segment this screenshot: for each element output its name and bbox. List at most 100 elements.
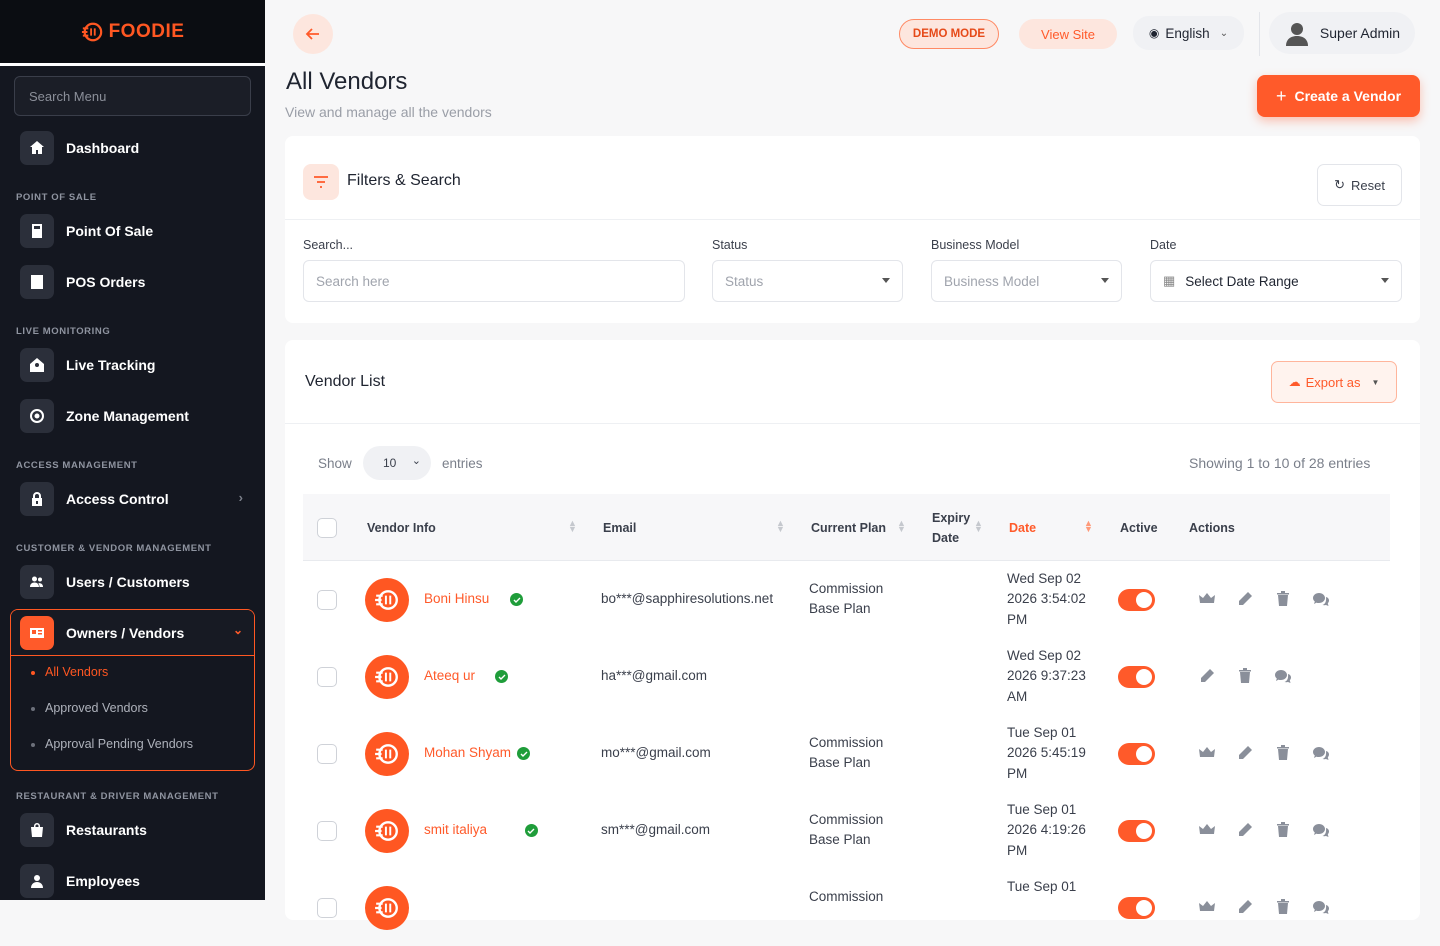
business-model-select[interactable]: Business Model [931,260,1122,302]
column-vendor-info[interactable]: Vendor Info [367,521,436,535]
user-icon [20,864,54,898]
delete-icon[interactable] [1275,822,1291,838]
chevron-down-icon: ⌄ [411,455,421,467]
show-label: Show [318,456,352,471]
sidebar-item-owners-vendors[interactable]: Owners / Vendors ⌄ [10,609,255,657]
table-header: Vendor Info ▲ ▼ Email ▲ ▼ Current Plan ▲ ▼ … [303,494,1390,561]
sidebar-item-dashboard[interactable]: Dashboard [10,124,255,172]
calculator-icon [20,214,54,248]
cloud-upload-icon: ☁ [1288,375,1301,389]
language-label: English [1165,25,1210,41]
reset-label: Reset [1350,177,1385,193]
calendar-icon: ▦ [1163,273,1176,288]
column-date[interactable]: Date [1009,521,1036,535]
sidebar-item-employees[interactable]: Employees [10,857,255,900]
column-email[interactable]: Email [603,521,636,535]
vendor-email: mo***@gmail.com [601,745,711,760]
search-input[interactable]: Search here [303,260,685,302]
search-menu-input[interactable]: Search Menu [14,76,251,116]
row-checkbox[interactable] [317,898,337,918]
delete-icon[interactable] [1275,899,1291,915]
status-select[interactable]: Status [712,260,903,302]
status-placeholder: Status [725,273,764,289]
edit-icon[interactable] [1237,591,1253,607]
delete-icon[interactable] [1275,591,1291,607]
sidebar-item-users-customers[interactable]: Users / Customers [10,558,255,606]
chat-icon[interactable] [1313,899,1329,915]
date-line3: PM [1007,843,1028,858]
sidebar-item-restaurants[interactable]: Restaurants [10,806,255,854]
sidebar-item-zone-management[interactable]: Zone Management [10,392,255,440]
column-expiry-date-line2: Date [932,531,960,545]
sidebar-subitem-approved-vendors[interactable]: Approved Vendors [45,701,148,715]
foodie-logo-icon [81,22,102,41]
column-expiry-date[interactable]: Expiry [932,511,970,525]
column-current-plan[interactable]: Current Plan [811,521,886,535]
view-site-button[interactable]: View Site [1019,19,1117,49]
sidebar: FOODIE Search Menu Dashboard POINT OF SA… [0,0,265,900]
plan-crown-icon[interactable] [1199,591,1215,607]
vendor-name-link[interactable]: Mohan Shyam [424,743,511,763]
sidebar-item-live-tracking[interactable]: Live Tracking [10,341,255,389]
date-range-picker[interactable]: ▦ Select Date Range [1150,260,1402,302]
chevron-down-icon: ⌄ [1219,27,1229,39]
caret-down-icon [882,278,890,283]
user-menu[interactable]: Super Admin [1269,12,1415,54]
vendor-list-title: Vendor List [305,373,386,390]
entries-select[interactable]: 10 ⌄ [363,446,431,480]
edit-icon[interactable] [1237,822,1253,838]
divider [285,423,1420,424]
sidebar-subitem-all-vendors[interactable]: All Vendors [45,665,108,679]
sidebar-item-label: Point Of Sale [66,223,154,239]
plan-crown-icon[interactable] [1199,822,1215,838]
back-button[interactable] [293,14,333,54]
sidebar-item-label: Live Tracking [66,357,156,373]
row-checkbox[interactable] [317,590,337,610]
filter-icon [303,164,339,200]
chat-icon[interactable] [1313,745,1329,761]
sidebar-item-label: Dashboard [66,140,140,156]
active-toggle[interactable] [1118,820,1155,842]
sidebar-item-pos-orders[interactable]: POS Orders [10,258,255,306]
row-checkbox[interactable] [317,667,337,687]
sort-icon: ▲ ▼ [1084,518,1093,534]
plan-line2: Base Plan [809,601,871,616]
active-toggle[interactable] [1118,897,1155,919]
plan-line2: Base Plan [809,755,871,770]
chat-icon[interactable] [1313,591,1329,607]
vendor-name-link[interactable]: Boni Hinsu [424,589,489,609]
sidebar-item-label: Owners / Vendors [66,625,185,641]
avatar [1285,23,1308,46]
divider [285,219,1420,220]
delete-icon[interactable] [1275,745,1291,761]
create-vendor-button[interactable]: + Create a Vendor [1257,75,1420,117]
edit-icon[interactable] [1199,668,1215,684]
active-toggle[interactable] [1118,589,1155,611]
date-line3: AM [1007,689,1028,704]
edit-icon[interactable] [1237,745,1253,761]
chat-icon[interactable] [1313,822,1329,838]
date-line3: PM [1007,612,1028,627]
active-toggle[interactable] [1118,666,1155,688]
chat-icon[interactable] [1275,668,1291,684]
row-checkbox[interactable] [317,744,337,764]
row-checkbox[interactable] [317,821,337,841]
sidebar-item-point-of-sale[interactable]: Point Of Sale [10,207,255,255]
chevron-right-icon: › [238,490,243,505]
edit-icon[interactable] [1237,899,1253,915]
brand-logo[interactable]: FOODIE [0,0,265,66]
reset-button[interactable]: ↻ Reset [1317,164,1402,206]
language-select[interactable]: ◉ English ⌄ [1133,16,1244,50]
date-line1: Wed Sep 02 [1007,571,1082,586]
plan-crown-icon[interactable] [1199,899,1215,915]
select-all-checkbox[interactable] [317,518,337,538]
date-line2: 2026 5:45:19 [1007,745,1086,760]
sidebar-subitem-approval-pending[interactable]: Approval Pending Vendors [45,737,193,751]
sidebar-item-access-control[interactable]: Access Control › [10,475,255,523]
export-button[interactable]: ☁ Export as ▼ [1271,361,1397,403]
active-toggle[interactable] [1118,743,1155,765]
vendor-name-link[interactable]: Ateeq ur [424,666,475,686]
plan-crown-icon[interactable] [1199,745,1215,761]
delete-icon[interactable] [1237,668,1253,684]
vendor-name-link[interactable]: smit italiya [424,820,487,840]
